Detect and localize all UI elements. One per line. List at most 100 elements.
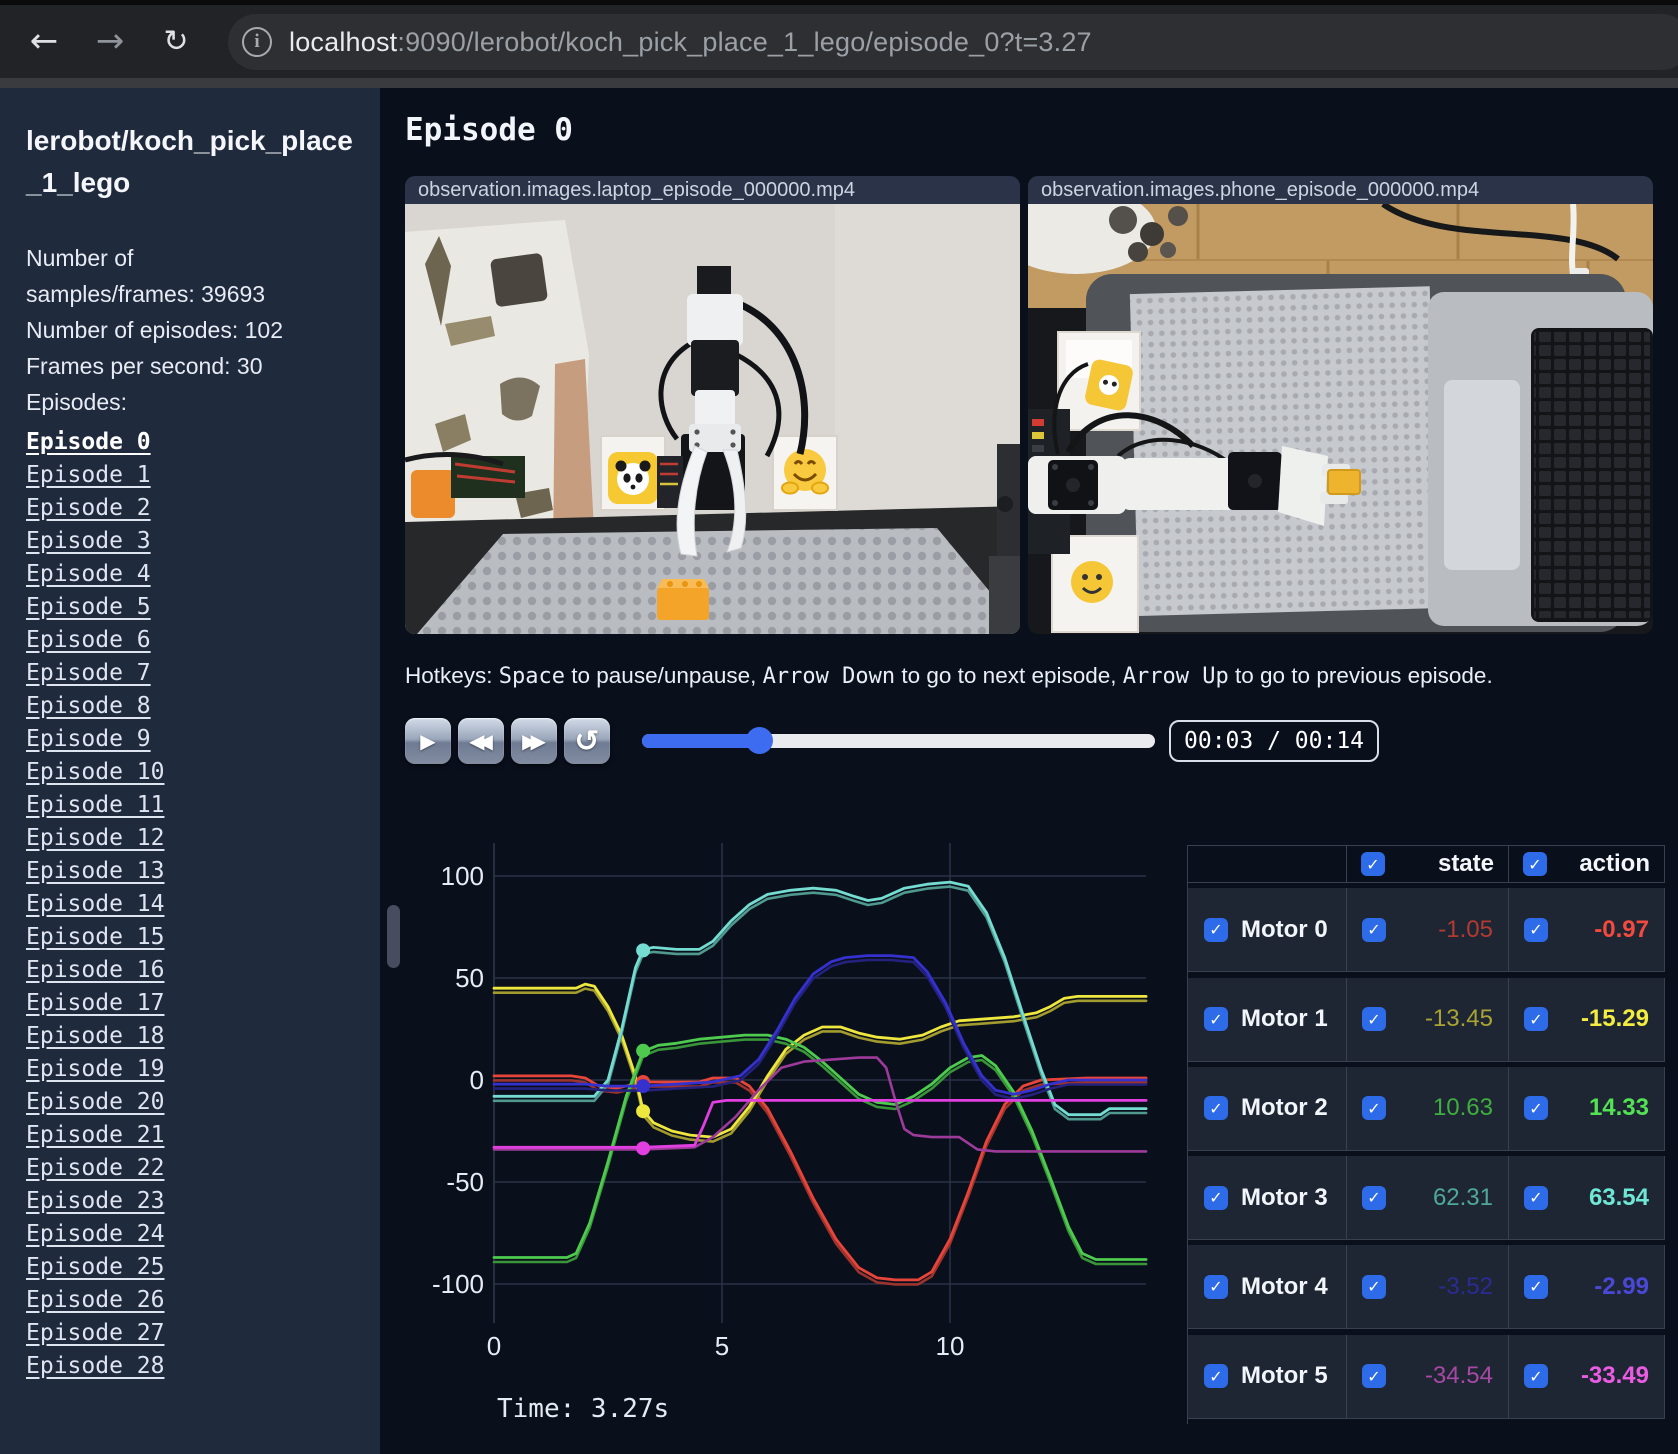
main-content: Episode 0 observation.images.laptop_epis…	[380, 88, 1678, 1454]
video-phone-frame[interactable]	[1028, 204, 1653, 634]
chrome-separator	[0, 78, 1678, 88]
action-value: -33.49	[1580, 1362, 1649, 1390]
sidebar-episode-link[interactable]: Episode 8	[26, 693, 356, 726]
rewind-button[interactable]: ◀◀	[458, 718, 504, 764]
sidebar-episode-link[interactable]: Episode 11	[26, 792, 356, 825]
url-text[interactable]: localhost:9090/lerobot/koch_pick_place_1…	[289, 27, 1092, 58]
checkbox[interactable]: ✓	[1524, 1096, 1548, 1121]
checkbox[interactable]: ✓	[1523, 852, 1547, 876]
sidebar-episode-link[interactable]: Episode 22	[26, 1155, 356, 1188]
browser-back-icon[interactable]: ←	[22, 19, 66, 63]
motor-action-cell: ✓ -15.29	[1509, 977, 1665, 1062]
sidebar-episode-link[interactable]: Episode 28	[26, 1353, 356, 1386]
loop-button[interactable]: ↺	[564, 718, 610, 764]
checkbox[interactable]: ✓	[1362, 1364, 1386, 1389]
fast-forward-button[interactable]: ▶▶	[511, 718, 557, 764]
state-value: -3.52	[1438, 1272, 1493, 1300]
video-phone-title: observation.images.phone_episode_000000.…	[1028, 176, 1653, 204]
checkbox[interactable]: ✓	[1204, 1274, 1228, 1299]
chart-block: 100 50 0 -50 -100 0 5 10 Time: 3.27s	[405, 833, 1160, 1424]
fast-forward-icon: ▶▶	[522, 729, 546, 753]
motor-action-cell: ✓ -0.97	[1509, 888, 1665, 973]
checkbox[interactable]: ✓	[1362, 917, 1386, 942]
motor-name: Motor 1	[1241, 1005, 1328, 1033]
panda-box	[600, 435, 666, 511]
motor-name: Motor 2	[1241, 1094, 1328, 1122]
checkbox[interactable]: ✓	[1204, 917, 1228, 942]
dataset-title: lerobot/koch_pick_place_1_lego	[26, 125, 353, 198]
motor-action-cell: ✓ -33.49	[1509, 1334, 1665, 1419]
checkbox[interactable]: ✓	[1204, 1185, 1228, 1210]
url-bar[interactable]: i localhost:9090/lerobot/koch_pick_place…	[228, 14, 1678, 70]
motor-timeseries-chart[interactable]: 100 50 0 -50 -100 0 5 10	[405, 833, 1160, 1373]
browser-toolbar: ← → ↻ i localhost:9090/lerobot/koch_pick…	[0, 5, 1678, 78]
time-display: 00:03 / 00:14	[1169, 720, 1380, 762]
checkbox[interactable]: ✓	[1362, 1185, 1386, 1210]
play-button[interactable]: ▶	[405, 718, 451, 764]
sidebar-episode-link[interactable]: Episode 19	[26, 1056, 356, 1089]
checkbox[interactable]: ✓	[1362, 1096, 1386, 1121]
sidebar-episode-link[interactable]: Episode 18	[26, 1023, 356, 1056]
sidebar-episode-link[interactable]: Episode 15	[26, 924, 356, 957]
info-line: Number of	[26, 245, 134, 271]
sidebar-episode-link[interactable]: Episode 12	[26, 825, 356, 858]
checkbox[interactable]: ✓	[1524, 1185, 1548, 1210]
sidebar-episode-link[interactable]: Episode 4	[26, 561, 356, 594]
checkbox[interactable]: ✓	[1524, 1274, 1548, 1299]
url-path: :9090/lerobot/koch_pick_place_1_lego/epi…	[397, 26, 1092, 57]
sidebar-episode-link[interactable]: Episode 27	[26, 1320, 356, 1353]
video-laptop-frame[interactable]	[405, 204, 1020, 634]
sidebar-episode-link[interactable]: Episode 21	[26, 1122, 356, 1155]
sidebar-episode-link[interactable]: Episode 5	[26, 594, 356, 627]
sidebar-episode-link[interactable]: Episode 0	[26, 429, 356, 462]
sidebar-episode-link[interactable]: Episode 13	[26, 858, 356, 891]
header-state: ✓ state	[1347, 846, 1509, 883]
rewind-icon: ◀◀	[469, 729, 493, 753]
checkbox[interactable]: ✓	[1524, 1364, 1548, 1389]
sidebar-episode-link[interactable]: Episode 10	[26, 759, 356, 792]
sidebar-episode-link[interactable]: Episode 2	[26, 495, 356, 528]
episodes-label: Episodes:	[26, 389, 128, 415]
sidebar-episode-link[interactable]: Episode 23	[26, 1188, 356, 1221]
checkbox[interactable]: ✓	[1362, 1274, 1386, 1299]
sidebar: lerobot/koch_pick_place_1_lego Number of…	[0, 88, 380, 1454]
svg-text:0: 0	[470, 1065, 484, 1095]
checkbox[interactable]: ✓	[1362, 1007, 1386, 1032]
checkbox[interactable]: ✓	[1361, 852, 1385, 876]
checkbox[interactable]: ✓	[1524, 1007, 1548, 1032]
sidebar-episode-link[interactable]: Episode 9	[26, 726, 356, 759]
sidebar-episode-link[interactable]: Episode 16	[26, 957, 356, 990]
browser-reload-icon[interactable]: ↻	[154, 19, 198, 63]
sidebar-episode-link[interactable]: Episode 6	[26, 627, 356, 660]
seek-fill	[642, 734, 760, 748]
checkbox[interactable]: ✓	[1204, 1096, 1228, 1121]
sidebar-episode-link[interactable]: Episode 1	[26, 462, 356, 495]
sidebar-episode-link[interactable]: Episode 17	[26, 990, 356, 1023]
checkbox[interactable]: ✓	[1204, 1007, 1228, 1032]
sidebar-episode-link[interactable]: Episode 24	[26, 1221, 356, 1254]
svg-text:0: 0	[487, 1331, 501, 1361]
header-action: ✓ action	[1509, 846, 1665, 883]
sidebar-episode-link[interactable]: Episode 25	[26, 1254, 356, 1287]
sidebar-episode-link[interactable]: Episode 20	[26, 1089, 356, 1122]
info-line: Frames per second: 30	[26, 353, 263, 379]
scrollbar-thumb[interactable]	[387, 905, 400, 968]
seek-thumb[interactable]	[746, 727, 774, 754]
player-controls: ▶ ◀◀ ▶▶ ↺ 00:03 / 00:14	[405, 717, 1678, 765]
video-laptop[interactable]: observation.images.laptop_episode_000000…	[405, 176, 1020, 634]
state-value: 62.31	[1432, 1183, 1493, 1211]
action-value: 63.54	[1588, 1183, 1649, 1211]
site-info-icon[interactable]: i	[242, 27, 272, 57]
sidebar-episode-link[interactable]: Episode 3	[26, 528, 356, 561]
sidebar-episode-link[interactable]: Episode 7	[26, 660, 356, 693]
state-value: 10.63	[1432, 1094, 1493, 1122]
checkbox[interactable]: ✓	[1204, 1364, 1228, 1389]
video-phone[interactable]: observation.images.phone_episode_000000.…	[1028, 176, 1653, 634]
table-corner-cell	[1188, 846, 1347, 883]
motor-row-label: ✓ Motor 3	[1188, 1156, 1347, 1241]
browser-forward-icon[interactable]: →	[88, 19, 132, 63]
checkbox[interactable]: ✓	[1524, 917, 1548, 942]
seek-slider[interactable]	[642, 718, 1155, 764]
sidebar-episode-link[interactable]: Episode 14	[26, 891, 356, 924]
sidebar-episode-link[interactable]: Episode 26	[26, 1287, 356, 1320]
